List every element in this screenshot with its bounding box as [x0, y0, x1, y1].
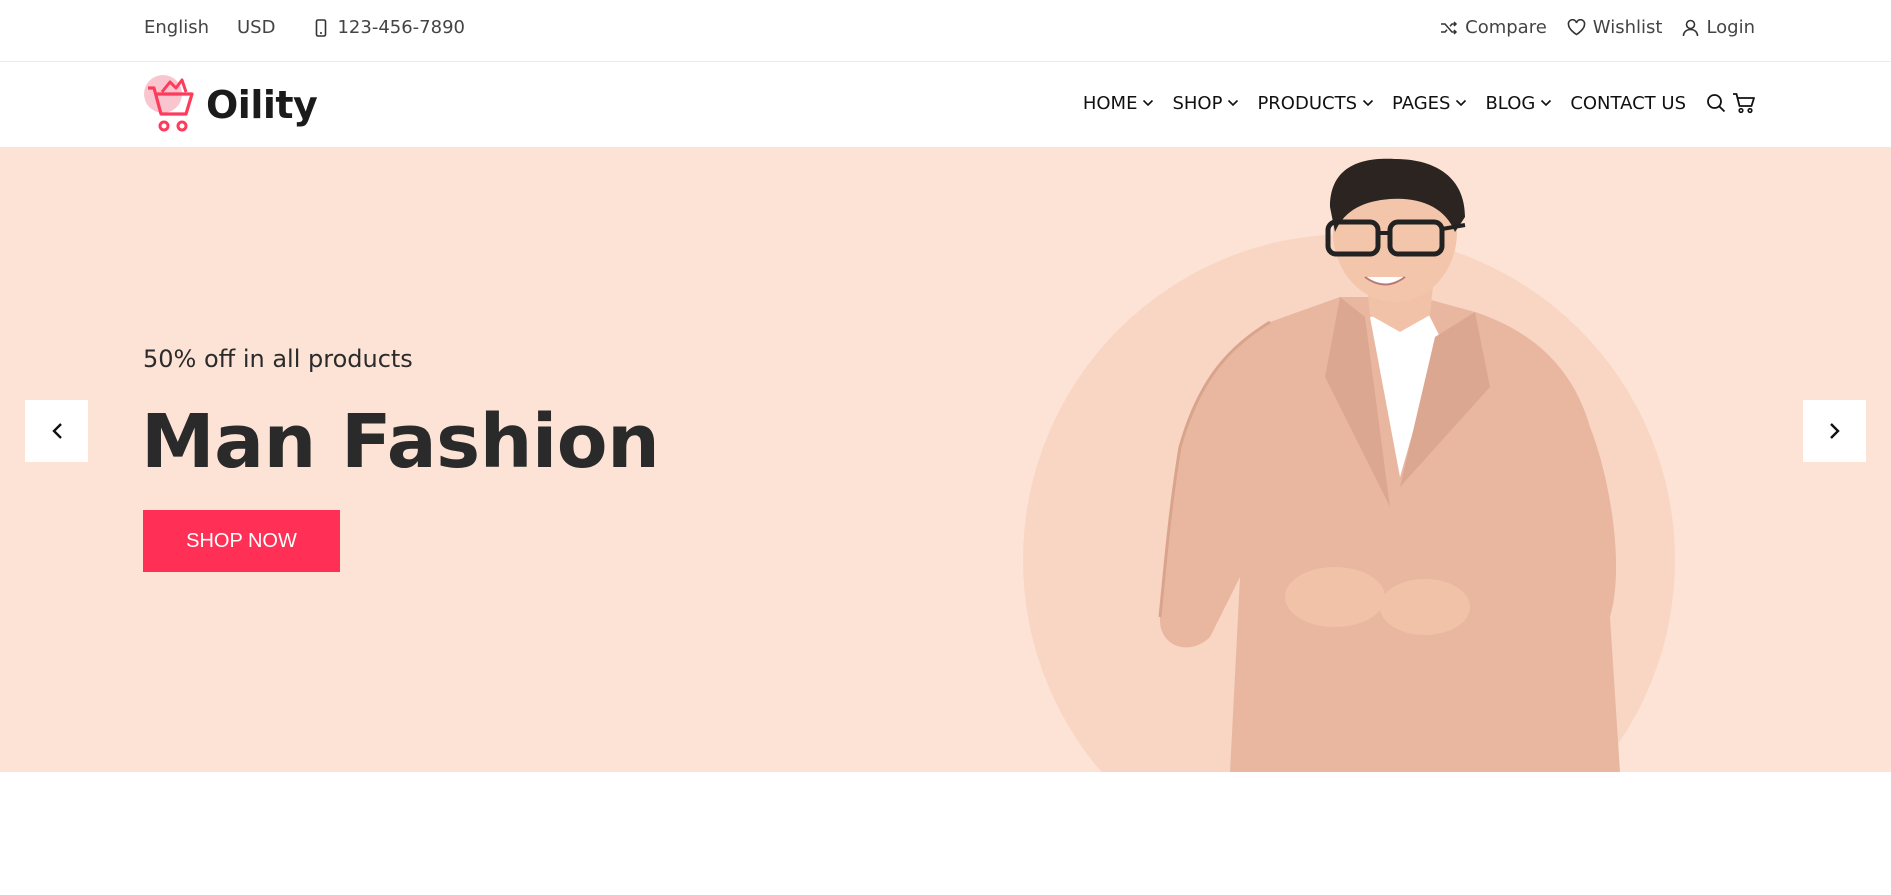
main-nav: HOME SHOP PRODUCTS PAGES BLOG CONTACT US	[1065, 92, 1756, 114]
search-button[interactable]	[1706, 93, 1726, 113]
chevron-down-icon	[1143, 99, 1154, 107]
main-header: Oility HOME SHOP PRODUCTS PAGES BLOG CON…	[0, 62, 1891, 147]
phone-contact[interactable]: 123-456-7890	[315, 17, 465, 38]
hero-slider: 50% off in all products Man Fashion SHOP…	[0, 147, 1891, 772]
nav-products[interactable]: PRODUCTS	[1257, 93, 1374, 114]
slider-prev-button[interactable]	[25, 400, 88, 462]
nav-pages[interactable]: PAGES	[1392, 93, 1467, 114]
nav-pages-label: PAGES	[1392, 92, 1451, 114]
wishlist-label: Wishlist	[1592, 17, 1663, 38]
chevron-left-icon	[51, 423, 62, 439]
currency-selector[interactable]: USD	[237, 17, 275, 38]
chevron-down-icon	[1541, 99, 1552, 107]
slider-next-button[interactable]	[1803, 400, 1866, 462]
nav-contact-us-label: CONTACT US	[1570, 92, 1686, 114]
chevron-down-icon	[1228, 99, 1239, 107]
site-logo[interactable]: Oility	[142, 74, 318, 136]
login-link[interactable]: Login	[1682, 17, 1755, 38]
search-icon	[1707, 94, 1726, 113]
phone-icon	[316, 18, 327, 37]
chevron-right-icon	[1829, 423, 1840, 439]
phone-number: 123-456-7890	[337, 17, 465, 38]
hero-model-image	[1158, 158, 1620, 772]
nav-shop-label: SHOP	[1172, 92, 1223, 114]
hero-title: Man Fashion	[141, 399, 660, 485]
nav-contact-us[interactable]: CONTACT US	[1570, 93, 1686, 114]
shuffle-icon	[1441, 20, 1458, 35]
compare-link[interactable]: Compare	[1440, 17, 1547, 38]
top-bar: English USD 123-456-7890 Compare Wishlis…	[0, 0, 1891, 62]
cart-logo-icon	[144, 75, 194, 132]
compare-label: Compare	[1465, 17, 1547, 38]
cart-button[interactable]	[1732, 92, 1756, 114]
logo-text: Oility	[206, 83, 318, 127]
hero-subtitle: 50% off in all products	[143, 345, 413, 373]
cart-icon	[1733, 93, 1755, 114]
top-bar-right: Compare Wishlist Login	[1420, 17, 1755, 38]
nav-home[interactable]: HOME	[1083, 93, 1155, 114]
chevron-down-icon	[1456, 99, 1467, 107]
nav-shop[interactable]: SHOP	[1172, 93, 1239, 114]
nav-blog[interactable]: BLOG	[1485, 93, 1552, 114]
login-label: Login	[1706, 17, 1755, 38]
top-bar-left: English USD 123-456-7890	[144, 17, 465, 38]
chevron-down-icon	[1362, 99, 1374, 107]
heart-icon	[1567, 19, 1586, 36]
shop-now-button[interactable]: SHOP NOW	[143, 510, 340, 572]
nav-home-label: HOME	[1082, 92, 1138, 114]
nav-products-label: PRODUCTS	[1257, 92, 1357, 114]
user-icon	[1683, 19, 1699, 36]
wishlist-link[interactable]: Wishlist	[1567, 17, 1663, 38]
language-selector[interactable]: English	[144, 17, 209, 38]
nav-blog-label: BLOG	[1485, 92, 1536, 114]
